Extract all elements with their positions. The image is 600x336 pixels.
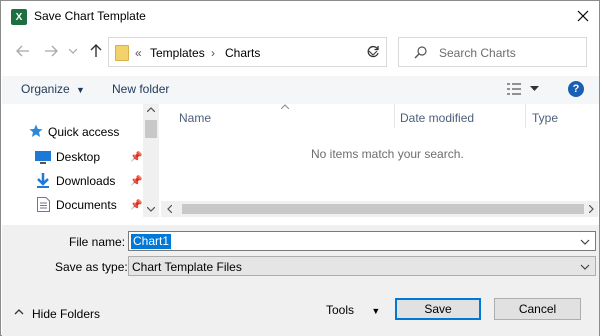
back-button[interactable] bbox=[13, 41, 33, 61]
search-input[interactable]: Search Charts bbox=[439, 46, 516, 60]
refresh-icon bbox=[367, 45, 379, 58]
arrow-left-icon bbox=[16, 45, 29, 57]
view-list-icon bbox=[507, 83, 521, 95]
folder-icon bbox=[115, 45, 129, 61]
close-button[interactable] bbox=[573, 6, 593, 26]
organize-button[interactable]: Organize ▼ bbox=[21, 82, 85, 96]
scroll-down-icon[interactable] bbox=[147, 207, 155, 212]
search-icon bbox=[414, 46, 427, 59]
save-as-type-label: Save as type: bbox=[55, 260, 128, 274]
sidebar-item-desktop[interactable]: Desktop bbox=[56, 150, 100, 164]
tools-label: Tools bbox=[326, 303, 355, 317]
empty-message: No items match your search. bbox=[311, 147, 464, 161]
chevron-down-icon[interactable] bbox=[580, 239, 590, 245]
file-name-field[interactable]: Chart1 bbox=[128, 231, 596, 251]
file-name-input[interactable]: Chart1 bbox=[131, 234, 172, 249]
sidebar-item-quick-access[interactable]: Quick access bbox=[48, 125, 119, 139]
caret-down-icon: ▼ bbox=[371, 306, 381, 316]
chevron-up-icon bbox=[14, 309, 24, 315]
address-bar[interactable]: « Templates › Charts bbox=[108, 37, 387, 67]
chevron-down-icon[interactable] bbox=[580, 264, 590, 270]
save-button[interactable]: Save bbox=[395, 298, 481, 320]
file-name-label: File name: bbox=[69, 235, 126, 249]
chevron-down-icon bbox=[69, 48, 77, 54]
arrow-up-icon bbox=[90, 44, 102, 57]
scroll-left-icon[interactable] bbox=[167, 205, 172, 213]
save-dialog: X Save Chart Template « Templates › Char… bbox=[0, 0, 600, 336]
refresh-button[interactable] bbox=[359, 37, 387, 67]
navigation-pane: Quick access Desktop 📌 Downloads 📌 Docum… bbox=[2, 104, 160, 217]
breadcrumb-charts[interactable]: Charts bbox=[225, 46, 260, 60]
help-icon: ? bbox=[572, 83, 580, 95]
cancel-button[interactable]: Cancel bbox=[494, 298, 581, 320]
organize-label: Organize bbox=[21, 82, 70, 96]
excel-icon: X bbox=[11, 9, 27, 25]
star-icon bbox=[29, 124, 43, 138]
sidebar-item-documents[interactable]: Documents bbox=[56, 198, 117, 212]
sidebar-item-downloads[interactable]: Downloads bbox=[56, 174, 115, 188]
column-header-date-modified[interactable]: Date modified bbox=[400, 111, 474, 125]
breadcrumb-templates[interactable]: Templates bbox=[150, 46, 205, 60]
breadcrumb-separator: › bbox=[211, 46, 215, 60]
pin-icon: 📌 bbox=[130, 152, 143, 163]
column-header-type[interactable]: Type bbox=[532, 111, 558, 125]
list-scrollbar-thumb[interactable] bbox=[182, 204, 584, 214]
caret-down-icon bbox=[530, 86, 539, 91]
document-icon bbox=[37, 197, 50, 212]
tools-button[interactable]: Tools ▼ bbox=[326, 303, 380, 317]
recent-locations-button[interactable] bbox=[63, 41, 83, 61]
close-icon bbox=[577, 10, 589, 22]
desktop-icon bbox=[35, 150, 51, 164]
save-as-type-select[interactable]: Chart Template Files bbox=[128, 256, 596, 276]
scroll-right-icon[interactable] bbox=[589, 205, 594, 213]
help-button[interactable]: ? bbox=[568, 81, 584, 97]
download-icon bbox=[36, 173, 50, 189]
view-dropdown-button[interactable] bbox=[530, 86, 539, 92]
pin-icon: 📌 bbox=[130, 200, 143, 211]
window-title: Save Chart Template bbox=[34, 9, 146, 23]
new-folder-button[interactable]: New folder bbox=[112, 82, 169, 96]
sort-indicator-icon bbox=[281, 104, 289, 109]
breadcrumb-overflow[interactable]: « bbox=[135, 46, 142, 60]
up-button[interactable] bbox=[86, 41, 106, 61]
forward-button[interactable] bbox=[41, 41, 61, 61]
column-divider[interactable] bbox=[394, 104, 395, 128]
column-divider[interactable] bbox=[525, 104, 526, 128]
search-box[interactable]: Search Charts bbox=[398, 37, 587, 67]
caret-down-icon: ▼ bbox=[76, 85, 85, 95]
command-bar: Organize ▼ New folder bbox=[2, 76, 599, 104]
save-as-type-value: Chart Template Files bbox=[132, 260, 242, 274]
pin-icon: 📌 bbox=[130, 176, 143, 187]
nav-scrollbar-thumb[interactable] bbox=[145, 120, 157, 138]
column-header-name[interactable]: Name bbox=[179, 111, 211, 125]
arrow-right-icon bbox=[45, 45, 58, 57]
scroll-up-icon[interactable] bbox=[147, 107, 155, 112]
hide-folders-label: Hide Folders bbox=[32, 307, 101, 321]
view-options-button[interactable] bbox=[506, 82, 522, 96]
